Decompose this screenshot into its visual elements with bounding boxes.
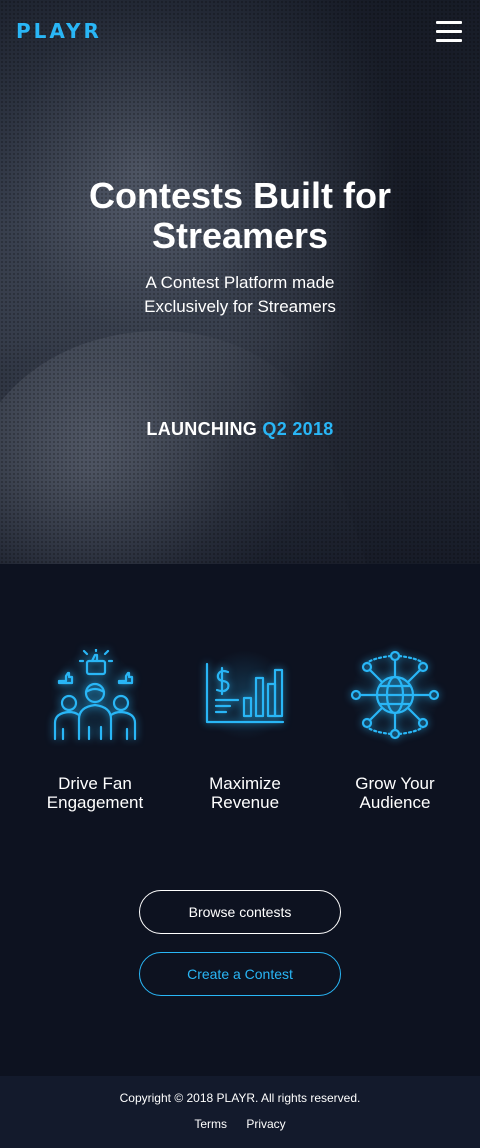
footer-links: Terms Privacy xyxy=(0,1117,480,1131)
create-contest-button[interactable]: Create a Contest xyxy=(139,952,341,996)
footer: Copyright © 2018 PLAYR. All rights reser… xyxy=(0,1076,480,1148)
hero-subtitle: A Contest Platform made Exclusively for … xyxy=(90,271,390,319)
feature-maximize-revenue: Maximize Revenue xyxy=(170,640,320,812)
feature-label: Drive Fan Engagement xyxy=(20,774,170,812)
copyright-text: Copyright © 2018 PLAYR. All rights reser… xyxy=(119,1091,361,1105)
hero-subtitle-line1: A Contest Platform made xyxy=(145,273,335,292)
feature-fan-engagement: Drive Fan Engagement xyxy=(20,640,170,812)
global-network-icon xyxy=(350,650,440,740)
features-section: Drive Fan Engagement Maximize Revenue Gr… xyxy=(0,564,480,1076)
launch-date: Q2 2018 xyxy=(262,419,334,439)
launch-notice: LAUNCHING Q2 2018 xyxy=(40,419,440,440)
feature-label-line1: Maximize xyxy=(209,774,281,793)
feature-label-line1: Grow Your xyxy=(355,774,435,793)
hero-title: Contests Built for Streamers xyxy=(89,175,391,256)
feature-label-line2: Revenue xyxy=(210,793,280,812)
terms-link[interactable]: Terms xyxy=(194,1117,227,1131)
feature-label-line1: Drive Fan xyxy=(58,774,132,793)
revenue-chart-icon xyxy=(205,662,285,724)
playr-logo[interactable]: PLAYR xyxy=(16,20,102,42)
hamburger-menu-icon[interactable] xyxy=(436,21,462,43)
privacy-link[interactable]: Privacy xyxy=(246,1117,285,1131)
hero-subtitle-line2: Exclusively for Streamers xyxy=(144,297,336,316)
hero-section: PLAYR Contests Built for Streamers A Con… xyxy=(0,0,480,564)
feature-label: Grow Your Audience xyxy=(320,774,470,812)
feature-grow-audience: Grow Your Audience xyxy=(320,640,470,812)
browse-contests-button[interactable]: Browse contests xyxy=(139,890,341,934)
feature-label-line2: Engagement xyxy=(46,793,144,812)
feature-label-line2: Audience xyxy=(359,793,431,812)
fan-engagement-icon xyxy=(53,649,137,741)
feature-label: Maximize Revenue xyxy=(170,774,320,812)
launch-prefix: LAUNCHING xyxy=(146,419,258,439)
